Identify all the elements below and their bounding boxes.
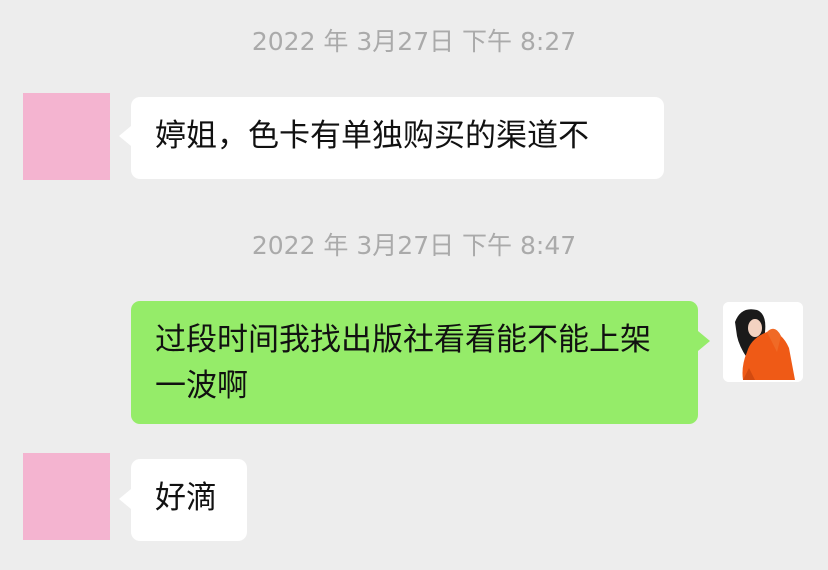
bubble-tail bbox=[698, 331, 710, 351]
message-bubble-outgoing[interactable]: 过段时间我找出版社看看能不能上架一波啊 bbox=[131, 301, 698, 424]
message-bubble-incoming[interactable]: 好滴 bbox=[131, 459, 247, 541]
bubble-tail bbox=[119, 126, 131, 146]
timestamp: 2022 年 3月27日 下午 8:47 bbox=[251, 231, 577, 260]
message-text: 过段时间我找出版社看看能不能上架一波啊 bbox=[155, 322, 651, 404]
timestamp: 2022 年 3月27日 下午 8:27 bbox=[251, 27, 577, 56]
bubble-tail bbox=[119, 489, 131, 509]
message-text: 婷姐，色卡有单独购买的渠道不 bbox=[155, 118, 589, 154]
user-avatar[interactable] bbox=[723, 302, 803, 382]
avatar-photo-icon bbox=[723, 302, 803, 382]
contact-avatar[interactable] bbox=[23, 93, 110, 180]
message-text: 好滴 bbox=[155, 480, 217, 516]
message-bubble-incoming[interactable]: 婷姐，色卡有单独购买的渠道不 bbox=[131, 97, 664, 179]
contact-avatar[interactable] bbox=[23, 453, 110, 540]
